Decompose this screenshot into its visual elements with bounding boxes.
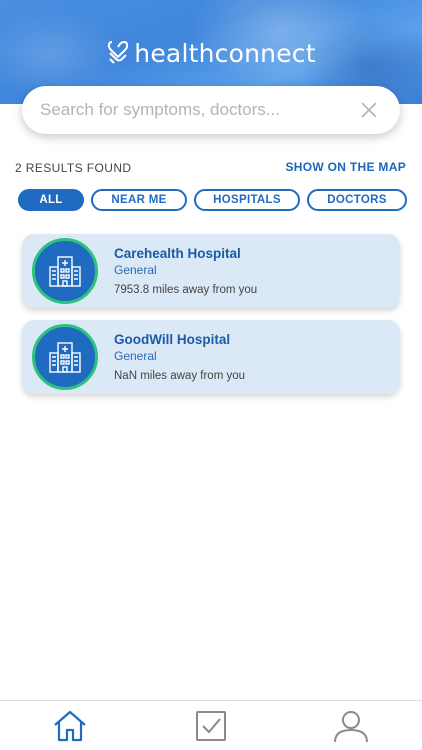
filter-chip-near-me[interactable]: NEAR ME xyxy=(91,189,187,211)
filter-chip-hospitals[interactable]: HOSPITALS xyxy=(194,189,300,211)
search-input[interactable] xyxy=(40,100,340,120)
search-bar[interactable] xyxy=(22,86,400,134)
hospital-building-icon xyxy=(49,256,81,287)
filter-chips: ALL NEAR ME HOSPITALS DOCTORS xyxy=(18,189,408,211)
hospital-avatar xyxy=(32,238,98,304)
hospital-avatar xyxy=(32,324,98,390)
hospital-distance: 7953.8 miles away from you xyxy=(114,284,258,296)
filter-chip-all[interactable]: ALL xyxy=(18,189,84,211)
hospital-building-icon xyxy=(49,342,81,373)
hospital-type: General xyxy=(114,263,157,277)
hospital-type: General xyxy=(114,349,157,363)
results-count: 2 RESULTS FOUND xyxy=(15,161,132,175)
bottom-nav xyxy=(0,700,422,750)
brand-logo: healthconnect xyxy=(0,36,422,70)
hospital-distance: NaN miles away from you xyxy=(114,370,246,382)
checkbox-icon[interactable] xyxy=(193,709,229,743)
hospital-name: Carehealth Hospital xyxy=(114,246,241,261)
hospital-card[interactable]: Carehealth Hospital General 7953.8 miles… xyxy=(22,234,400,308)
hospital-name: GoodWill Hospital xyxy=(114,332,231,347)
profile-icon[interactable] xyxy=(333,709,369,743)
close-icon[interactable] xyxy=(360,101,378,119)
show-on-map-link[interactable]: SHOW ON THE MAP xyxy=(286,160,407,174)
filter-chip-doctors[interactable]: DOCTORS xyxy=(307,189,407,211)
healthconnect-logo-icon xyxy=(108,40,129,64)
hospital-card[interactable]: GoodWill Hospital General NaN miles away… xyxy=(22,320,400,394)
brand-name: healthconnect xyxy=(134,38,316,68)
home-icon[interactable] xyxy=(52,709,88,743)
